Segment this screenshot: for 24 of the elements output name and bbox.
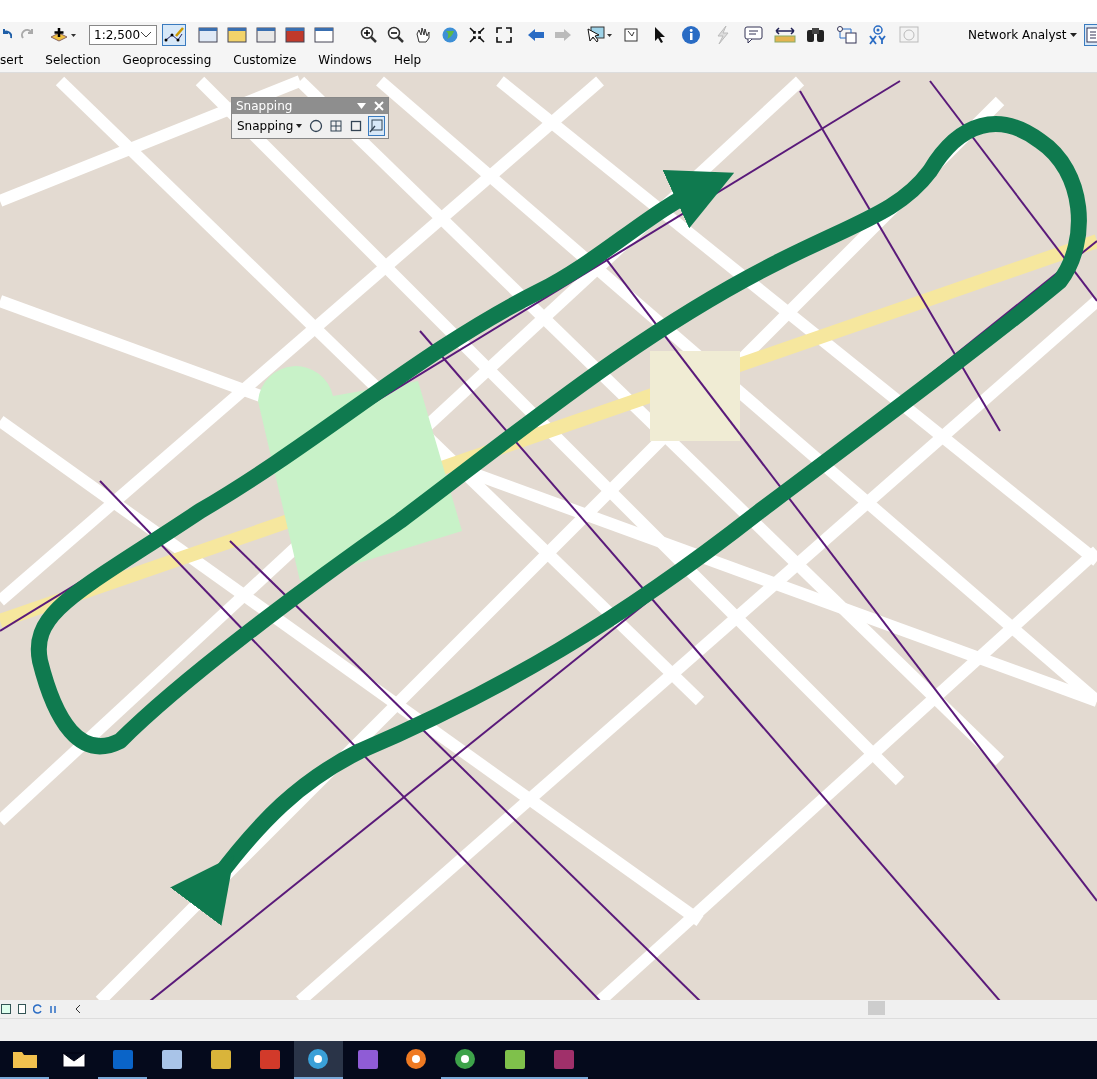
scrollbar-thumb[interactable] [868,1001,885,1015]
network-analyst-dropdown[interactable]: Network Analyst [966,27,1079,43]
menu-item[interactable]: sert [0,53,35,67]
caret-icon [296,124,303,128]
caret-icon [1069,33,1077,37]
menu-item[interactable]: Help [382,53,433,67]
layout-view-icon[interactable] [0,1003,12,1015]
page-view-icon[interactable] [16,1003,28,1015]
scale-field[interactable]: 1:2,500 [89,25,158,45]
menu-item[interactable]: Customize [222,53,308,67]
refresh-icon[interactable] [32,1003,44,1015]
menu-item[interactable]: Selection [34,53,112,67]
snapping-dropdown[interactable]: Snapping [235,118,305,134]
scroll-left-icon[interactable] [74,1003,82,1015]
menu-item[interactable]: Windows [307,53,383,67]
menu-item[interactable]: Geoprocessing [111,53,223,67]
editor-icon[interactable] [162,24,187,46]
window-title: Snapping [236,99,294,113]
edge-snapping-button[interactable] [367,116,385,136]
dropdown-arrow-icon[interactable] [357,103,366,109]
pause-icon[interactable] [48,1003,58,1015]
close-icon[interactable] [374,101,384,111]
caret-icon[interactable] [140,31,153,39]
map-view[interactable]: Snapping Snapping [0,73,1097,1000]
